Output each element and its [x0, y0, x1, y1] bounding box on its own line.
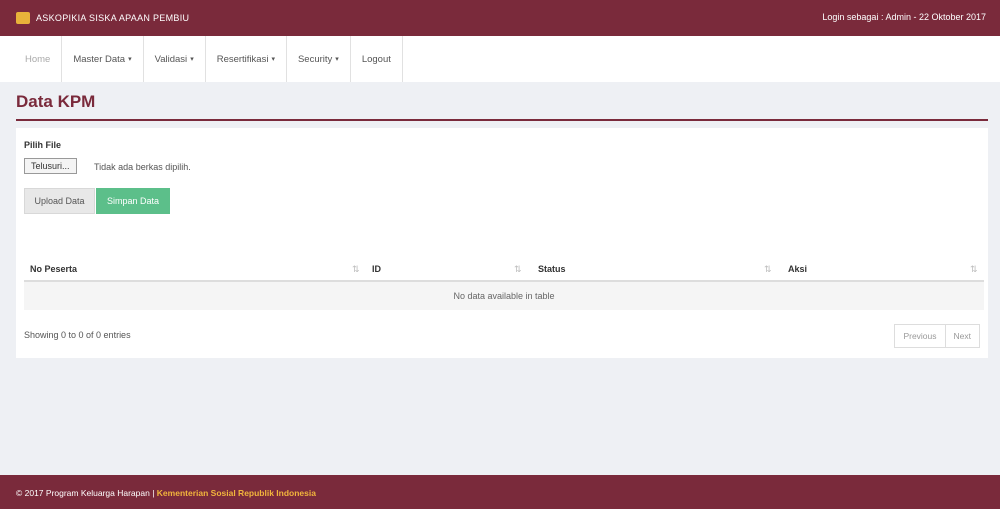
sort-icon[interactable]: ⇅ — [764, 264, 772, 275]
chevron-down-icon: ▾ — [190, 56, 194, 63]
nav-label-resertifikasi: Resertifikasi — [216, 53, 269, 65]
chevron-down-icon: ▾ — [335, 56, 339, 63]
chevron-down-icon: ▾ — [128, 56, 132, 63]
nav-label-home: Home — [25, 53, 51, 65]
footer: © 2017 Program Keluarga Harapan | Kement… — [0, 475, 1000, 509]
nav-label-security: Security — [297, 53, 333, 65]
login-info: Login sebagai : Admin - 22 Oktober 2017 — [822, 12, 986, 22]
nav-label-master-data: Master Data — [73, 53, 126, 65]
column-header-status[interactable]: Status — [538, 264, 566, 274]
data-table: No Peserta ⇅ ID ⇅ Status ⇅ Aksi ⇅ No dat… — [24, 256, 984, 310]
nav-item-logout[interactable]: Logout — [351, 36, 403, 82]
table-empty-row: No data available in table — [24, 282, 984, 310]
page-title: Data KPM — [16, 92, 96, 111]
top-bar: ASKOPIKIA SISKA APAAN PEMBIU Login sebag… — [0, 0, 1000, 36]
nav-item-home[interactable]: Home — [14, 36, 63, 82]
title-divider — [16, 119, 988, 121]
file-status-text: Tidak ada berkas dipilih. — [94, 162, 191, 172]
table-header: No Peserta ⇅ ID ⇅ Status ⇅ Aksi ⇅ — [24, 256, 984, 282]
sort-icon[interactable]: ⇅ — [970, 264, 978, 275]
footer-copyright: © 2017 Program Keluarga Harapan | — [16, 488, 155, 498]
brand[interactable]: ASKOPIKIA SISKA APAAN PEMBIU — [16, 12, 189, 24]
brand-name: ASKOPIKIA SISKA APAAN PEMBIU — [36, 13, 190, 23]
sort-icon[interactable]: ⇅ — [514, 264, 522, 275]
nav-label-validasi: Validasi — [154, 53, 188, 65]
main-nav: Home Master Data ▾ Validasi ▾ Resertifik… — [0, 36, 1000, 82]
column-header-no-peserta[interactable]: No Peserta — [30, 264, 77, 274]
sort-icon[interactable]: ⇅ — [352, 264, 360, 275]
upload-data-button[interactable]: Upload Data — [24, 188, 95, 214]
nav-item-resertifikasi[interactable]: Resertifikasi ▾ — [206, 36, 287, 82]
nav-item-master-data[interactable]: Master Data ▾ — [62, 36, 144, 82]
footer-text: © 2017 Program Keluarga Harapan | Kement… — [16, 488, 316, 498]
save-data-button[interactable]: Simpan Data — [96, 188, 170, 214]
content-card: Pilih File Telusuri... Tidak ada berkas … — [16, 128, 988, 358]
next-page-button[interactable]: Next — [945, 324, 980, 348]
column-header-id[interactable]: ID — [372, 264, 381, 274]
nav-item-validasi[interactable]: Validasi ▾ — [144, 36, 206, 82]
nav-item-security[interactable]: Security ▾ — [287, 36, 351, 82]
table-info: Showing 0 to 0 of 0 entries — [24, 330, 131, 340]
column-header-aksi[interactable]: Aksi — [788, 264, 807, 274]
chevron-down-icon: ▾ — [271, 56, 275, 63]
previous-page-button[interactable]: Previous — [894, 324, 946, 348]
footer-link[interactable]: Kementerian Sosial Republik Indonesia — [157, 488, 316, 498]
file-browse-button[interactable]: Telusuri... — [24, 158, 77, 174]
nav-label-logout: Logout — [361, 53, 391, 65]
file-label: Pilih File — [24, 140, 62, 150]
app-logo-icon — [16, 12, 30, 24]
pagination: Previous Next — [894, 324, 980, 348]
